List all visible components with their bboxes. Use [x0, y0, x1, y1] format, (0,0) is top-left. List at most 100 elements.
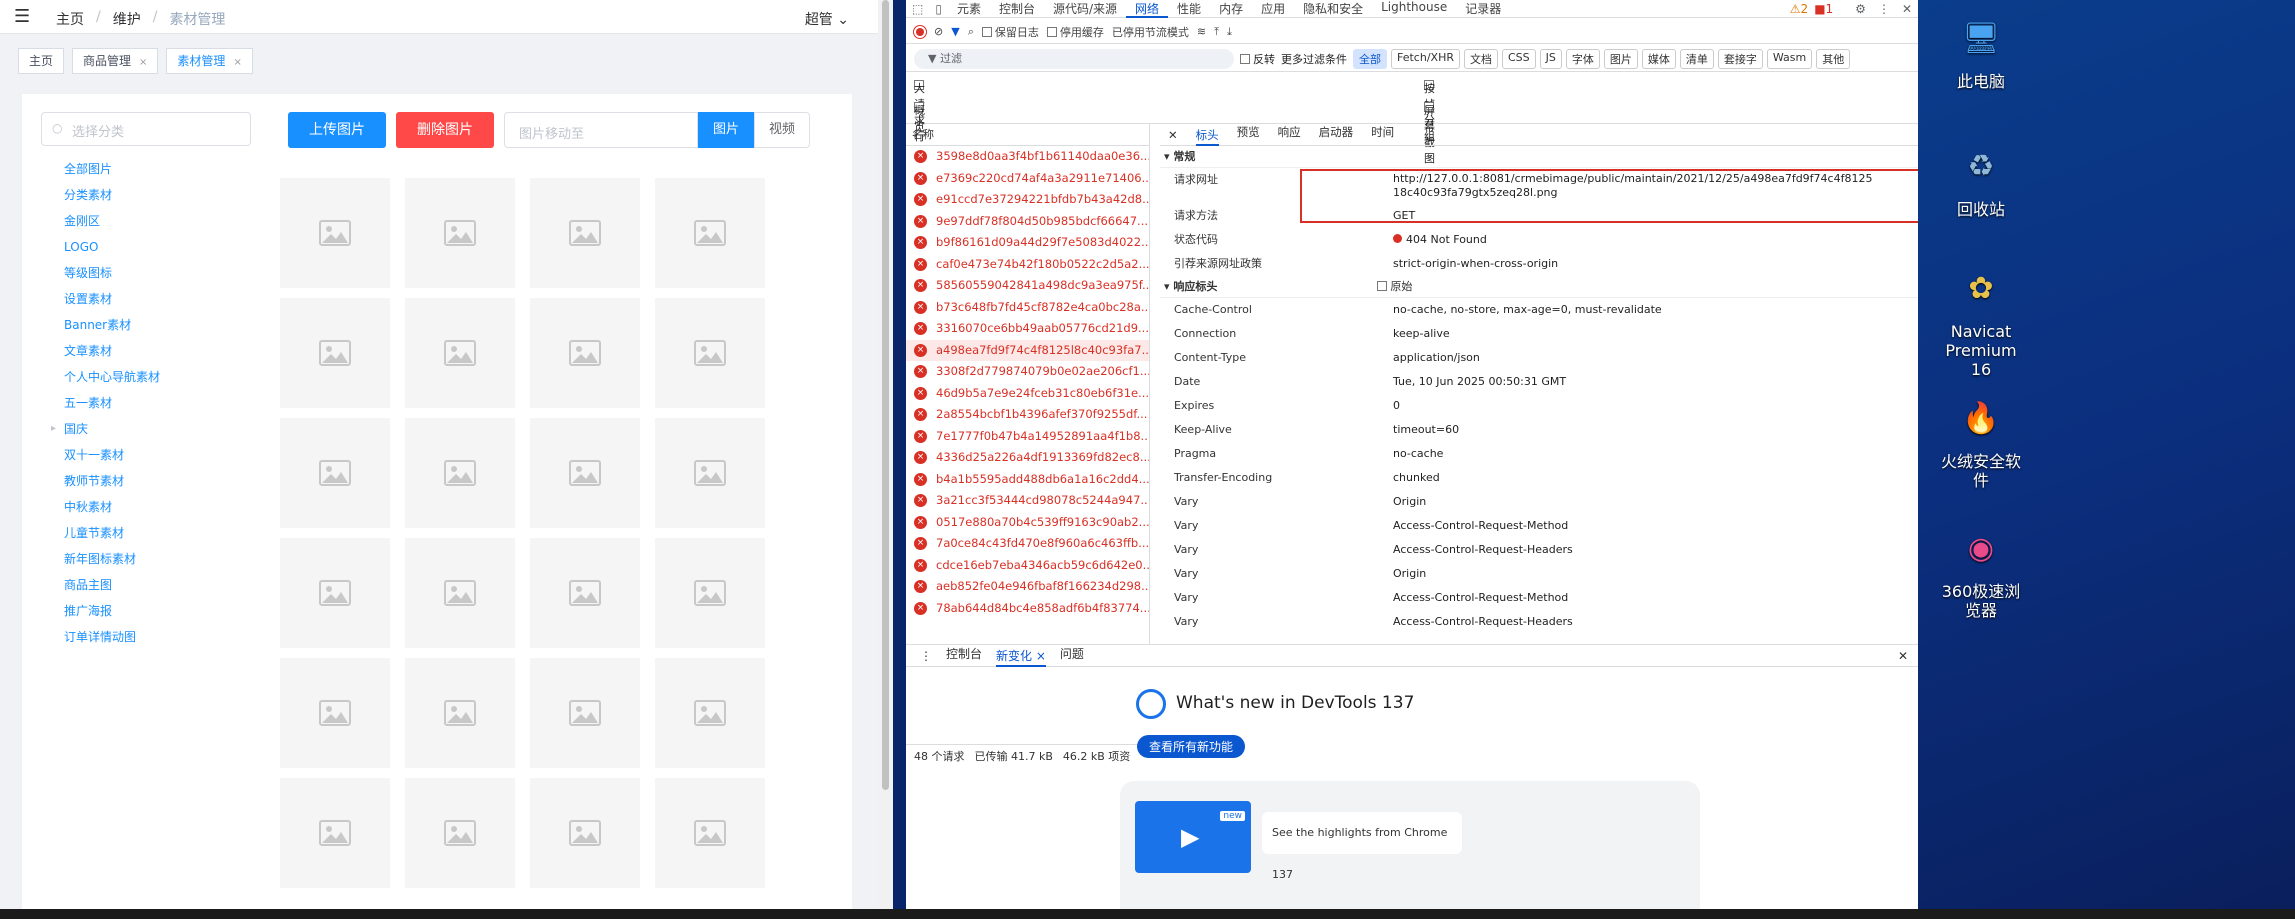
- category-item[interactable]: 双十一素材: [64, 442, 160, 468]
- request-row[interactable]: × 2a8554bcbf1b4396afef370f9255df...: [906, 404, 1149, 426]
- devtools-tab[interactable]: 内存: [1210, 0, 1252, 18]
- image-thumbnail[interactable]: [530, 418, 640, 528]
- detail-tab[interactable]: 预览: [1237, 124, 1260, 146]
- image-thumbnail[interactable]: [655, 538, 765, 648]
- devtools-tab[interactable]: 控制台: [990, 0, 1044, 18]
- category-item[interactable]: 文章素材: [64, 338, 160, 364]
- preserve-log-checkbox[interactable]: 保留日志: [981, 24, 1039, 40]
- request-row[interactable]: × b9f86161d09a44d29f7e5083d4022...: [906, 232, 1149, 254]
- image-thumbnail[interactable]: [655, 778, 765, 888]
- filter-chip[interactable]: Wasm: [1766, 48, 1813, 69]
- column-name[interactable]: 名称: [906, 124, 1149, 146]
- user-menu[interactable]: 超管 ⌄: [805, 9, 849, 29]
- drawer-tab[interactable]: 新变化 ×: [996, 645, 1046, 667]
- image-thumbnail[interactable]: [405, 538, 515, 648]
- inspect-icon[interactable]: ⬚: [906, 2, 929, 16]
- tag-material[interactable]: 素材管理 ×: [166, 48, 253, 74]
- category-item[interactable]: ▸ 国庆: [51, 416, 160, 442]
- response-headers-section[interactable]: ▾ 响应标头 原始: [1160, 276, 1918, 298]
- image-thumbnail[interactable]: [655, 178, 765, 288]
- more-icon[interactable]: ⋮: [1872, 2, 1896, 16]
- filter-chip[interactable]: Fetch/XHR: [1391, 48, 1460, 69]
- request-row[interactable]: × caf0e473e74b42f180b0522c2d5a2...: [906, 254, 1149, 276]
- request-row[interactable]: × 58560559042841a498dc9a3ea975f...: [906, 275, 1149, 297]
- image-thumbnail[interactable]: [530, 658, 640, 768]
- tag-goods[interactable]: 商品管理 ×: [72, 48, 159, 74]
- clear-icon[interactable]: ⊘: [934, 25, 943, 38]
- image-thumbnail[interactable]: [405, 778, 515, 888]
- category-item[interactable]: 儿童节素材: [64, 520, 160, 546]
- filter-icon[interactable]: ▼: [951, 25, 959, 38]
- filter-chip[interactable]: 文档: [1463, 48, 1498, 69]
- detail-tab[interactable]: 启动器: [1319, 124, 1354, 146]
- category-item[interactable]: 五一素材: [64, 390, 160, 416]
- close-icon[interactable]: ✕: [1168, 128, 1178, 142]
- video-thumbnail[interactable]: new ▶: [1135, 801, 1251, 873]
- see-all-features-button[interactable]: 查看所有新功能: [1137, 735, 1246, 758]
- more-filters[interactable]: 更多过滤条件: [1281, 51, 1347, 67]
- close-icon[interactable]: ✕: [1898, 649, 1918, 663]
- image-thumbnail[interactable]: [405, 658, 515, 768]
- image-thumbnail[interactable]: [280, 538, 390, 648]
- request-row[interactable]: × 3598e8d0aa3f4bf1b61140daa0e36...: [906, 146, 1149, 168]
- image-thumbnail[interactable]: [530, 538, 640, 648]
- category-item[interactable]: 全部图片: [64, 156, 160, 182]
- close-icon[interactable]: ×: [139, 57, 147, 68]
- detail-tab[interactable]: 时间: [1371, 124, 1394, 146]
- category-item[interactable]: 等级图标: [64, 260, 160, 286]
- delete-image-button[interactable]: 删除图片: [396, 112, 494, 148]
- invert-checkbox[interactable]: 反转: [1240, 51, 1275, 67]
- desktop-icon[interactable]: 🔥 火绒安全软件: [1936, 392, 2026, 490]
- filter-chip[interactable]: 媒体: [1641, 48, 1676, 69]
- image-thumbnail[interactable]: [655, 658, 765, 768]
- close-icon[interactable]: ×: [1032, 649, 1046, 663]
- request-row[interactable]: × b73c648fb7fd45cf8782e4ca0bc28a...: [906, 297, 1149, 319]
- image-thumbnail[interactable]: [530, 778, 640, 888]
- image-thumbnail[interactable]: [655, 298, 765, 408]
- request-row[interactable]: × b4a1b5595add488db6a1a16c2dd4...: [906, 469, 1149, 491]
- raw-checkbox[interactable]: 原始: [1377, 280, 1412, 293]
- filter-chip[interactable]: 其他: [1816, 48, 1851, 69]
- devtools-tab[interactable]: 网络: [1126, 0, 1169, 18]
- request-row[interactable]: × e7369c220cd74af4a3a2911e71406...: [906, 168, 1149, 190]
- image-thumbnail[interactable]: [405, 298, 515, 408]
- desktop-icon[interactable]: 🖥 此电脑: [1936, 12, 2026, 91]
- tab-image[interactable]: 图片: [698, 112, 754, 148]
- filter-chip[interactable]: 清单: [1679, 48, 1714, 69]
- filter-chip[interactable]: 字体: [1565, 48, 1600, 69]
- more-icon[interactable]: ⋮: [920, 649, 932, 663]
- desktop-icon[interactable]: ◉ 360极速浏览器: [1936, 522, 2026, 620]
- filter-chip[interactable]: 全部: [1353, 48, 1387, 69]
- general-section[interactable]: ▾ 常规: [1160, 146, 1918, 168]
- category-item[interactable]: 中秋素材: [64, 494, 160, 520]
- filter-chip[interactable]: 套接字: [1717, 48, 1763, 69]
- desktop-icon[interactable]: ✿ Navicat Premium 16: [1936, 262, 2026, 380]
- request-row[interactable]: × e91ccd7e37294221bfdb7b43a42d8...: [906, 189, 1149, 211]
- tab-video[interactable]: 视频: [754, 112, 810, 148]
- devtools-tab[interactable]: Lighthouse: [1372, 0, 1456, 18]
- image-thumbnail[interactable]: [530, 178, 640, 288]
- category-item[interactable]: 商品主图: [64, 572, 160, 598]
- filter-input[interactable]: ▼ 过滤: [914, 48, 1234, 69]
- image-thumbnail[interactable]: [405, 418, 515, 528]
- hamburger-icon[interactable]: ☰: [14, 6, 30, 27]
- breadcrumb-maintain[interactable]: 维护: [113, 9, 141, 29]
- request-row[interactable]: × 4336d25a226a4df1913369fd82ec8...: [906, 447, 1149, 469]
- throttle-select[interactable]: 已停用节流模式: [1112, 24, 1189, 40]
- request-row[interactable]: × 46d9b5a7e9e24fceb31c80eb6f31e...: [906, 383, 1149, 405]
- image-thumbnail[interactable]: [280, 178, 390, 288]
- request-row[interactable]: × a498ea7fd9f74c4f8125l8c40c93fa7...: [906, 339, 1149, 361]
- category-item[interactable]: LOGO: [64, 234, 160, 260]
- image-thumbnail[interactable]: [280, 418, 390, 528]
- request-row[interactable]: × 0517e880a70b4c539ff9163c90ab2...: [906, 512, 1149, 534]
- device-icon[interactable]: ▯: [929, 2, 948, 16]
- image-thumbnail[interactable]: [280, 658, 390, 768]
- category-select[interactable]: ○ 选择分类: [41, 112, 251, 146]
- request-row[interactable]: × 7e1777f0b47b4a14952891aa4f1b8...: [906, 426, 1149, 448]
- image-thumbnail[interactable]: [280, 298, 390, 408]
- filter-chip[interactable]: 图片: [1603, 48, 1638, 69]
- record-icon[interactable]: [914, 25, 926, 38]
- image-thumbnail[interactable]: [530, 298, 640, 408]
- image-thumbnail[interactable]: [280, 778, 390, 888]
- category-item[interactable]: 设置素材: [64, 286, 160, 312]
